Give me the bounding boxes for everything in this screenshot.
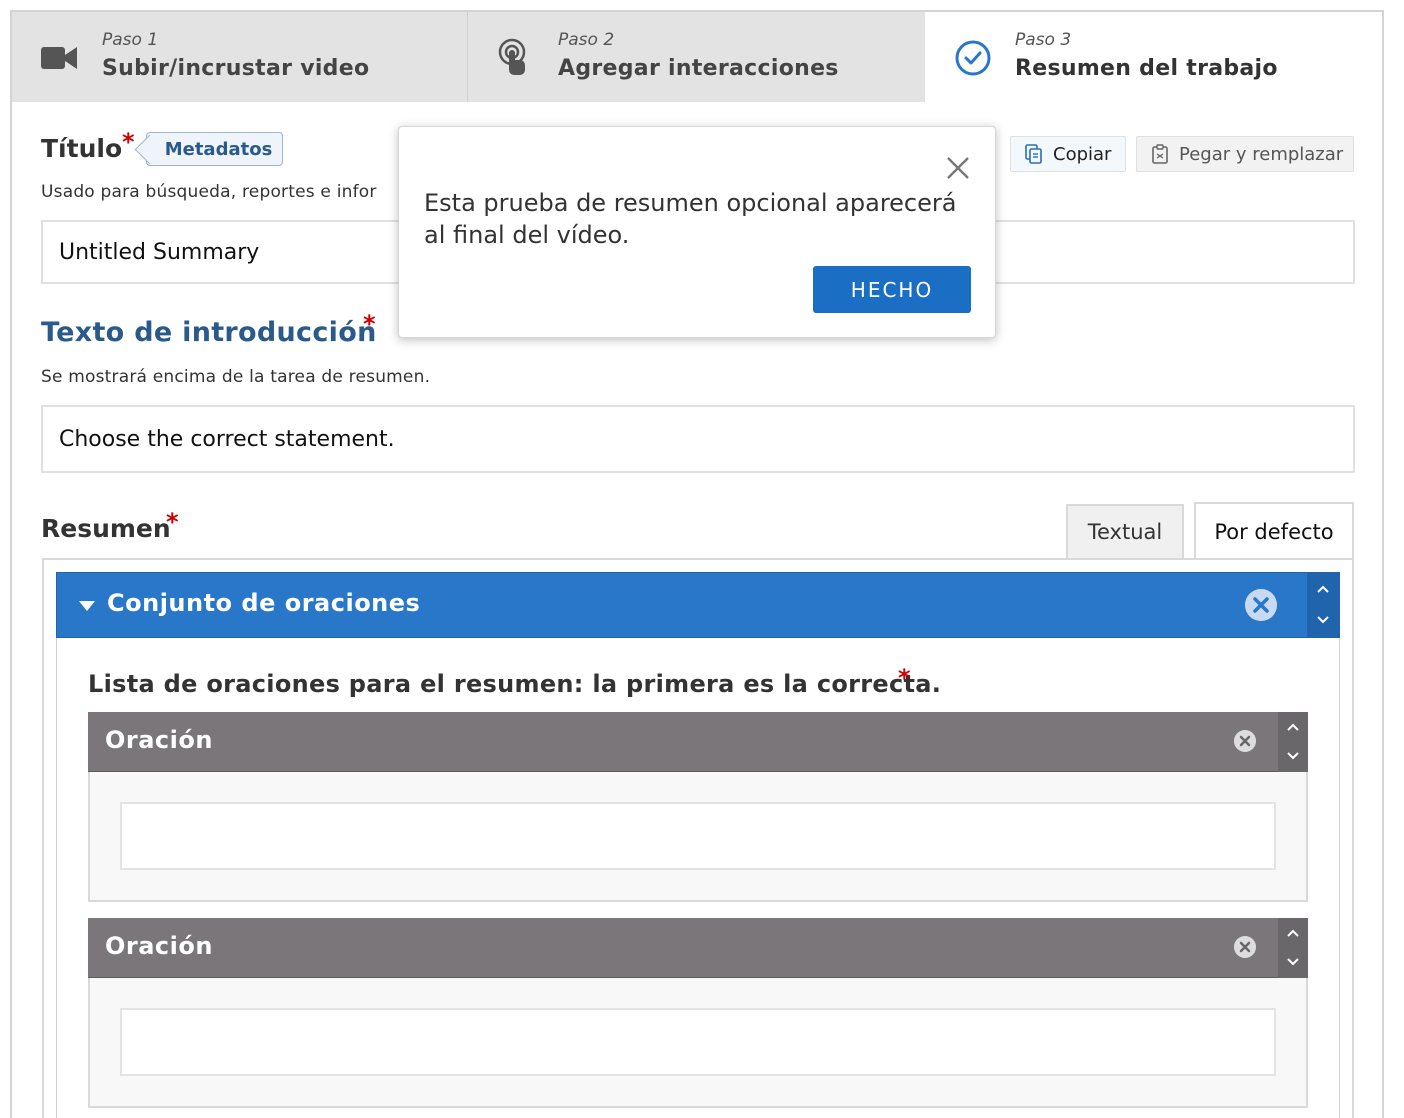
reorder-arrows [1307,573,1339,637]
tab-step-1[interactable]: Paso 1 Subir/incrustar video [12,12,468,102]
move-up-icon[interactable] [1287,929,1299,937]
copy-label: Copiar [1053,143,1112,165]
done-button[interactable]: HECHO [813,266,971,313]
remove-sentence-icon[interactable] [1234,936,1256,958]
copy-button[interactable]: Copiar [1010,136,1126,172]
remove-group-icon[interactable] [1245,589,1277,621]
intro-input[interactable]: Choose the correct statement. [41,405,1355,473]
required-marker: * [122,128,135,156]
sentence-header[interactable]: Oración [88,918,1308,978]
group-title: Conjunto de oraciones [107,589,421,617]
metadata-button[interactable]: Metadatos [146,132,283,166]
sentence-header[interactable]: Oración [88,712,1308,772]
move-up-icon[interactable] [1287,723,1299,731]
info-dialog: Esta prueba de resumen opcional aparecer… [398,126,996,338]
move-down-icon[interactable] [1317,616,1329,624]
tab-textual[interactable]: Textual [1066,504,1184,558]
dialog-message: Esta prueba de resumen opcional aparecer… [424,189,957,249]
step-number: Paso 2 [558,30,615,50]
required-marker: * [898,664,911,692]
paste-replace-button[interactable]: Pegar y remplazar [1136,136,1354,172]
reorder-arrows [1278,918,1308,978]
group-header[interactable]: Conjunto de oraciones [56,572,1340,638]
intro-label: Texto de introducción [41,317,377,348]
sentence-input[interactable] [120,802,1276,870]
summary-label: Resumen [41,514,171,543]
copy-icon [1025,144,1042,164]
move-down-icon[interactable] [1287,958,1299,966]
sentence-list-label: Lista de oraciones para el resumen: la p… [88,670,942,698]
sentence-input[interactable] [120,1008,1276,1076]
clipboard-icon [1152,144,1168,164]
sentence-title: Oración [105,932,213,960]
step-number: Paso 1 [102,30,159,50]
collapse-triangle-icon[interactable] [79,601,95,611]
title-description: Usado para búsqueda, reportes e infor [41,182,377,202]
step-tabs: Paso 1 Subir/incrustar video Paso 2 Agre… [12,12,1382,102]
paste-replace-label: Pegar y remplazar [1179,143,1344,165]
step-label: Resumen del trabajo [1015,56,1278,81]
move-down-icon[interactable] [1287,752,1299,760]
remove-sentence-icon[interactable] [1234,730,1256,752]
required-marker: * [166,508,179,536]
tab-default[interactable]: Por defecto [1194,502,1354,560]
sentence-title: Oración [105,726,213,754]
tab-step-3[interactable]: Paso 3 Resumen del trabajo [925,12,1382,102]
title-label: Título [41,134,123,163]
touch-icon [498,38,526,75]
tab-step-2[interactable]: Paso 2 Agregar interacciones [468,12,925,102]
step-label: Subir/incrustar video [102,56,370,81]
step-label: Agregar interacciones [558,56,839,81]
close-icon[interactable] [945,155,971,181]
step-number: Paso 3 [1015,30,1072,50]
intro-description: Se mostrará encima de la tarea de resume… [41,367,431,387]
metadata-button-label: Metadatos [164,138,273,160]
video-camera-icon [41,47,77,69]
required-marker: * [363,310,376,338]
move-up-icon[interactable] [1317,585,1329,593]
reorder-arrows [1278,712,1308,772]
check-circle-icon [955,40,991,76]
